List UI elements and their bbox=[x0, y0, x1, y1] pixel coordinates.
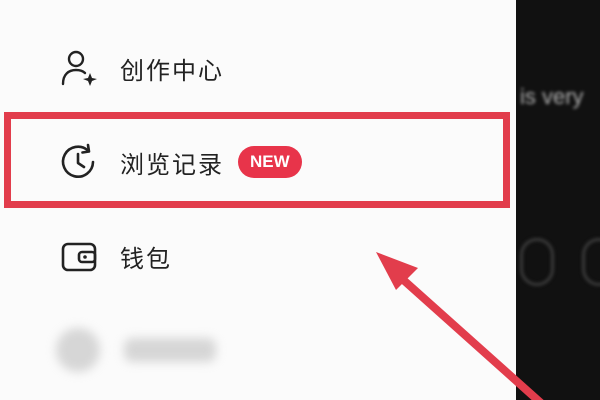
arrow-shaft bbox=[386, 264, 544, 400]
annotation-arrow bbox=[376, 252, 544, 400]
